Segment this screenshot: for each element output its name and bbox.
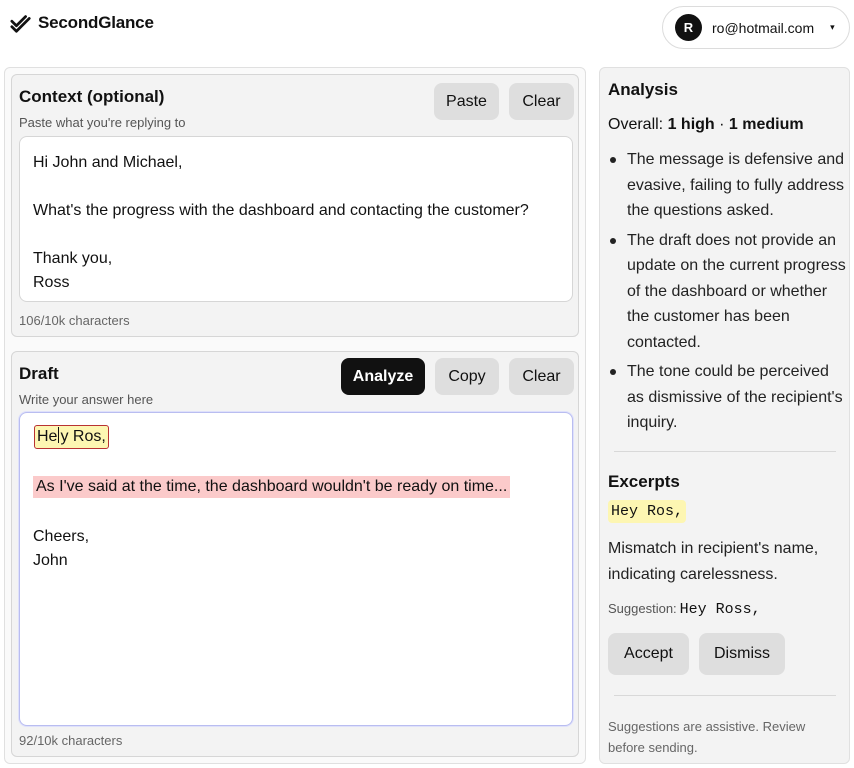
double-check-icon — [10, 15, 31, 33]
dismiss-button[interactable]: Dismiss — [699, 633, 785, 675]
account-email: ro@hotmail.com — [712, 19, 815, 36]
overall-summary: Overall: 1 high · 1 medium — [608, 116, 804, 134]
suggestion-label: Suggestion: — [608, 601, 677, 616]
footer-note: Suggestions are assistive. Review before… — [608, 719, 806, 755]
draft-signature: John — [33, 552, 68, 569]
analysis-title: Analysis — [608, 80, 678, 99]
draft-textarea[interactable]: He y Ros, As I've said at the time, the d… — [19, 412, 573, 726]
medium-count: 1 medium — [728, 116, 804, 133]
context-subtitle: Paste what you're replying to — [19, 115, 186, 130]
analysis-points: The message is defensive and evasive, fa… — [608, 147, 848, 440]
separator: · — [719, 116, 725, 133]
overall-label: Overall: — [608, 116, 664, 133]
draft-clear-button[interactable]: Clear — [509, 358, 574, 395]
analysis-sidebar: Analysis Overall: 1 high · 1 medium The … — [599, 67, 850, 764]
suggestion-value: Hey Ross, — [679, 601, 761, 618]
account-menu-button[interactable]: R ro@hotmail.com ▾ — [662, 6, 850, 49]
divider — [614, 451, 836, 452]
high-count: 1 high — [667, 116, 715, 133]
greeting-text-start: He — [37, 428, 58, 445]
context-title: Context (optional) — [19, 87, 165, 106]
brand[interactable]: SecondGlance — [10, 12, 154, 34]
avatar: R — [675, 14, 702, 41]
analyze-button[interactable]: Analyze — [341, 358, 425, 395]
excerpts-title: Excerpts — [608, 472, 680, 491]
editor-column: Context (optional) Paste what you're rep… — [4, 67, 586, 764]
context-line: Ross — [33, 274, 70, 291]
context-line: What's the progress with the dashboard a… — [33, 202, 529, 219]
excerpt-chip[interactable]: Hey Ros, — [608, 500, 687, 523]
context-line: Hi John and Michael, — [33, 154, 183, 171]
copy-button[interactable]: Copy — [435, 358, 499, 395]
flagged-greeting[interactable]: He y Ros, — [34, 425, 109, 449]
paste-button[interactable]: Paste — [434, 83, 499, 120]
flagged-sentence[interactable]: As I've said at the time, the dashboard … — [33, 476, 511, 498]
draft-panel: Draft Write your answer here Analyze Cop… — [11, 351, 579, 757]
suggestion: Suggestion: Hey Ross, — [608, 601, 761, 618]
draft-title: Draft — [19, 364, 59, 383]
app-name: SecondGlance — [38, 13, 154, 32]
analysis-point: The draft does not provide an update on … — [608, 228, 848, 356]
context-textarea[interactable]: Hi John and Michael, What's the progress… — [19, 136, 573, 302]
draft-subtitle: Write your answer here — [19, 392, 154, 407]
analysis-point: The message is defensive and evasive, fa… — [608, 147, 848, 224]
context-line: Thank you, — [33, 250, 113, 267]
excerpt-description: Mismatch in recipient's name, indicating… — [608, 540, 819, 583]
chevron-down-icon: ▾ — [830, 22, 835, 32]
analysis-point: The tone could be perceived as dismissiv… — [608, 359, 848, 436]
draft-signoff: Cheers, — [33, 528, 90, 545]
greeting-text-end: y Ros, — [60, 428, 106, 445]
draft-char-counter: 92/10k characters — [19, 733, 123, 748]
context-clear-button[interactable]: Clear — [509, 83, 574, 120]
context-char-counter: 106/10k characters — [19, 313, 130, 328]
top-bar: SecondGlance R ro@hotmail.com ▾ — [0, 0, 854, 62]
context-panel: Context (optional) Paste what you're rep… — [11, 74, 579, 337]
divider — [614, 695, 836, 696]
accept-button[interactable]: Accept — [608, 633, 689, 675]
